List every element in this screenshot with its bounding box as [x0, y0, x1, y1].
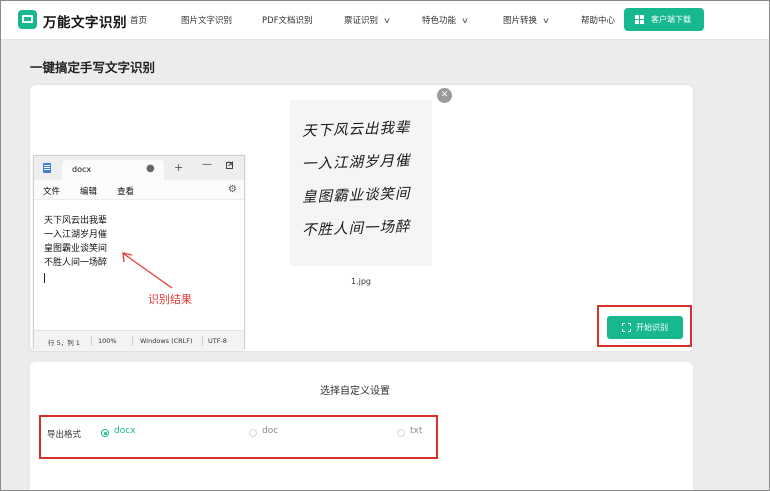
brand-name[interactable]: 万能文字识别	[43, 11, 127, 31]
scan-icon	[622, 323, 631, 332]
text-line: 不胜人间一场醉	[44, 258, 108, 268]
unsaved-dot-icon: ●	[146, 163, 155, 174]
notepad-tab: docx ●	[62, 160, 164, 180]
nav-item-image-ocr[interactable]: 图片文字识别	[181, 14, 232, 26]
text-line: 一入江湖岁月催	[44, 230, 108, 240]
handwriting-line: 皇图霸业谈笑间	[301, 186, 411, 206]
settings-title: 选择自定义设置	[320, 386, 390, 397]
file-name: 1.jpg	[351, 277, 372, 286]
chevron-down-icon: ∨	[460, 16, 470, 25]
notepad-app-icon	[43, 163, 51, 173]
nav-item-image-convert[interactable]: 图片转换 ∨	[503, 14, 551, 26]
top-nav: 万能文字识别 首页 图片文字识别 PDF文档识别 票证识别 ∨ 特色功能 ∨ 图片转…	[0, 0, 770, 40]
menu-edit: 编辑	[80, 187, 98, 197]
close-icon: ✕	[227, 160, 235, 170]
plus-icon: +	[174, 161, 184, 174]
result-annotation: 识别结果	[148, 293, 192, 306]
nav-item-home[interactable]: 首页	[130, 14, 147, 26]
menu-view: 查看	[117, 187, 135, 197]
radio-label-doc[interactable]: doc	[262, 426, 278, 436]
arrow-icon	[122, 252, 173, 289]
download-client-button[interactable]: 客户端下载	[624, 8, 704, 31]
radio-doc[interactable]	[249, 429, 257, 437]
windows-icon	[635, 15, 644, 24]
notepad-tab-bar: docx ● + —	[34, 156, 244, 180]
minimize-icon: —	[202, 159, 212, 170]
handwriting-line: 不胜人间一场醉	[301, 219, 411, 239]
remove-image-button[interactable]: ✕	[437, 88, 452, 103]
text-caret	[44, 273, 45, 283]
nav-item-features[interactable]: 特色功能 ∨	[422, 14, 470, 26]
notepad-menu-bar: 文件 编辑 查看 ⚙	[34, 180, 244, 200]
notepad-status-bar: 行 5，列 1 100% Windows (CRLF) UTF-8	[34, 330, 244, 350]
download-label: 客户端下载	[651, 15, 691, 24]
remove-icon: ✕	[440, 90, 449, 100]
chevron-down-icon: ∨	[541, 16, 551, 25]
chevron-down-icon: ∨	[382, 16, 392, 25]
menu-file: 文件	[43, 187, 61, 197]
handwriting-line: 天下风云出我辈	[301, 120, 411, 140]
gear-icon: ⚙	[228, 184, 237, 195]
notepad-text: 天下风云出我辈 一入江湖岁月催 皇图霸业谈笑间 不胜人间一场醉	[44, 214, 107, 270]
nav-item-help[interactable]: 帮助中心	[581, 14, 615, 26]
image-preview: 天下风云出我辈 一入江湖岁月催 皇图霸业谈笑间 不胜人间一场醉	[290, 100, 432, 266]
handwriting-line: 一入江湖岁月催	[301, 153, 411, 173]
export-format-label: 导出格式	[47, 430, 82, 440]
status-zoom: 100%	[98, 337, 117, 345]
radio-label-docx[interactable]: docx	[114, 426, 136, 436]
format-highlight	[39, 415, 438, 459]
start-recognition-button[interactable]: 开始识别	[607, 316, 683, 339]
status-line-ending: Windows (CRLF)	[140, 337, 193, 345]
text-line: 皇图霸业谈笑间	[44, 244, 108, 254]
start-label: 开始识别	[636, 323, 668, 332]
nav-item-pdf-ocr[interactable]: PDF文档识别	[262, 14, 313, 26]
status-position: 行 5，列 1	[48, 339, 80, 347]
nav-item-ticket-ocr[interactable]: 票证识别 ∨	[344, 14, 392, 26]
radio-docx[interactable]	[101, 429, 109, 437]
status-encoding: UTF-8	[208, 337, 227, 345]
radio-txt[interactable]	[397, 429, 405, 437]
text-line: 天下风云出我辈	[44, 216, 108, 226]
logo-icon[interactable]	[18, 10, 37, 29]
notepad-tab-name: docx	[72, 165, 92, 174]
page-title: 一键搞定手写文字识别	[30, 60, 156, 75]
radio-label-txt[interactable]: txt	[410, 426, 422, 436]
